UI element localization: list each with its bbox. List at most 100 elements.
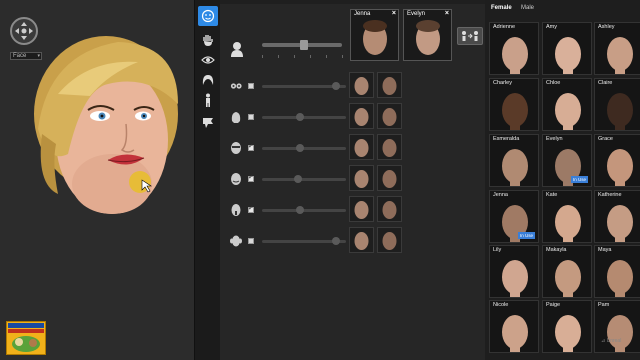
- region-thumb[interactable]: [349, 196, 374, 222]
- region-slider-knob[interactable]: [332, 82, 340, 90]
- tab-female[interactable]: Female: [491, 5, 512, 11]
- region-slider-knob[interactable]: [296, 206, 304, 214]
- region-slider-knob[interactable]: [294, 175, 302, 183]
- region-slider-knob[interactable]: [296, 113, 304, 121]
- region-slider[interactable]: [262, 147, 346, 150]
- region-thumb[interactable]: [377, 134, 402, 160]
- character-card-name: Maya: [598, 247, 612, 253]
- view-mode-value: Face: [13, 53, 27, 59]
- region-checkbox[interactable]: [248, 173, 254, 182]
- region-slider-knob[interactable]: [296, 144, 304, 152]
- body-tool-icon[interactable]: [198, 90, 218, 110]
- region-thumb[interactable]: [377, 72, 402, 98]
- slider-tick: [262, 55, 263, 58]
- character-card-name: Ashley: [598, 24, 615, 30]
- character-card[interactable]: Claire: [594, 78, 640, 131]
- character-card-name: Evelyn: [546, 136, 563, 142]
- character-thumbnail: [607, 260, 633, 297]
- region-row-nose: [228, 141, 348, 155]
- eye-tool-icon[interactable]: [198, 50, 218, 70]
- character-thumbnail: [607, 93, 633, 130]
- character-card-name: Pam: [598, 302, 610, 308]
- pose-tool-icon[interactable]: [198, 112, 218, 132]
- character-card[interactable]: Chloe: [542, 78, 592, 131]
- blend-card-name: Evelyn: [407, 11, 426, 17]
- region-thumb[interactable]: [377, 196, 402, 222]
- region-checkbox[interactable]: [248, 238, 254, 244]
- hand-tool-icon[interactable]: [198, 30, 218, 50]
- character-card[interactable]: Ashley: [594, 22, 640, 75]
- character-card-name: Makayla: [546, 247, 567, 253]
- character-card-name: Grace: [598, 136, 613, 142]
- region-checkbox[interactable]: [248, 204, 254, 213]
- character-card-name: Katherine: [598, 192, 622, 198]
- character-head-render: [34, 36, 178, 214]
- character-card-name: Adrienne: [493, 24, 516, 30]
- region-thumb-pair: [349, 103, 403, 129]
- face-tool-icon[interactable]: [198, 6, 218, 26]
- region-slider[interactable]: [262, 178, 346, 181]
- region-slider-knob[interactable]: [332, 237, 340, 245]
- region-thumb[interactable]: [377, 103, 402, 129]
- character-thumbnail: [502, 37, 528, 74]
- character-card[interactable]: Esmeralda: [489, 134, 539, 187]
- region-thumb[interactable]: [349, 165, 374, 191]
- character-card[interactable]: Grace: [594, 134, 640, 187]
- region-thumb[interactable]: [349, 72, 374, 98]
- in-use-badge: In Use: [570, 176, 588, 183]
- character-thumbnail: [555, 37, 581, 74]
- character-card[interactable]: Paige: [542, 300, 592, 353]
- region-checkbox[interactable]: [248, 83, 254, 89]
- blend-master-slider-knob[interactable]: [300, 40, 308, 50]
- region-row-chin: [228, 203, 348, 217]
- hair-tool-icon[interactable]: [198, 70, 218, 90]
- character-card[interactable]: Makayla: [542, 245, 592, 298]
- character-card-name: Charley: [493, 80, 512, 86]
- blend-card[interactable]: Jenna ×: [350, 9, 399, 61]
- close-icon[interactable]: ×: [392, 10, 396, 17]
- chin-region-icon: [231, 204, 241, 216]
- region-thumb[interactable]: [349, 103, 374, 129]
- character-thumbnail: [607, 149, 633, 186]
- 3d-viewport[interactable]: Face ▾: [0, 0, 194, 360]
- region-slider[interactable]: [262, 116, 346, 119]
- character-thumbnail: [555, 205, 581, 242]
- character-card[interactable]: Kate: [542, 190, 592, 243]
- blend-card[interactable]: Evelyn ×: [403, 9, 452, 61]
- region-checkbox[interactable]: [248, 142, 254, 151]
- character-thumbnail: [607, 205, 633, 242]
- region-slider[interactable]: [262, 209, 346, 212]
- region-thumb[interactable]: [349, 134, 374, 160]
- character-card-name: Chloe: [546, 80, 561, 86]
- region-checkbox[interactable]: [248, 114, 254, 120]
- character-card[interactable]: Amy: [542, 22, 592, 75]
- character-thumbnail: [363, 20, 387, 55]
- character-thumbnail: [502, 149, 528, 186]
- character-card-name: Amy: [546, 24, 557, 30]
- region-thumb[interactable]: [377, 165, 402, 191]
- region-row-ears: [228, 234, 348, 248]
- blend-mode-button[interactable]: [457, 27, 483, 45]
- avatar-silhouette-icon: [231, 42, 243, 57]
- tab-male[interactable]: Male: [521, 5, 534, 11]
- character-thumbnail: [607, 37, 633, 74]
- character-card-name: Lily: [493, 247, 502, 253]
- character-card[interactable]: Evelyn In Use: [542, 134, 592, 187]
- close-icon[interactable]: ×: [445, 10, 449, 17]
- character-card[interactable]: Jenna In Use: [489, 190, 539, 243]
- slider-tick: [278, 55, 279, 58]
- character-card-name: Jenna: [493, 192, 508, 198]
- region-thumb[interactable]: [349, 227, 374, 253]
- character-card[interactable]: Katherine: [594, 190, 640, 243]
- character-card[interactable]: Adrienne: [489, 22, 539, 75]
- character-card[interactable]: Maya: [594, 245, 640, 298]
- region-thumb-pair: [349, 165, 403, 191]
- head-shape-region-icon: [231, 112, 241, 123]
- character-card[interactable]: Nicole: [489, 300, 539, 353]
- character-card[interactable]: Pam: [594, 300, 640, 353]
- region-thumb[interactable]: [377, 227, 402, 253]
- character-thumbnail: [502, 260, 528, 297]
- blend-people-icon: [462, 31, 478, 41]
- character-card[interactable]: Lily: [489, 245, 539, 298]
- character-card[interactable]: Charley: [489, 78, 539, 131]
